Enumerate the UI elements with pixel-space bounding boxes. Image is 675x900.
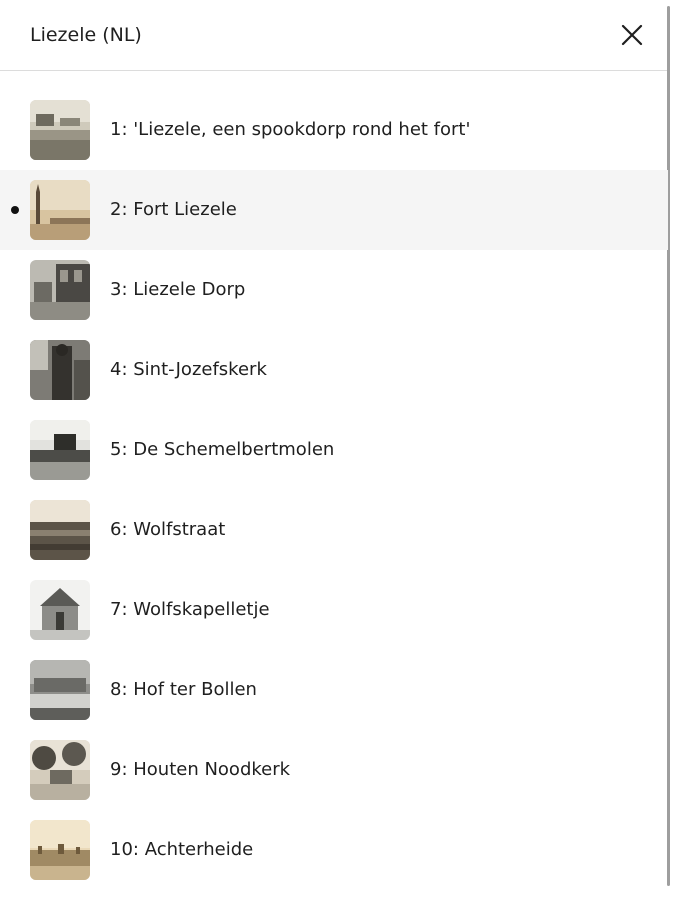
- list-item-active[interactable]: 2: Fort Liezele: [0, 170, 668, 250]
- list-item-label: 6: Wolfstraat: [110, 519, 226, 540]
- list-item-label: 4: Sint-Jozefskerk: [110, 359, 267, 380]
- list-item[interactable]: 6: Wolfstraat: [0, 490, 668, 570]
- list-item[interactable]: 9: Houten Noodkerk: [0, 730, 668, 810]
- panel-title: Liezele (NL): [30, 24, 142, 46]
- list-item-label: 7: Wolfskapelletje: [110, 599, 270, 620]
- list-item-label: 8: Hof ter Bollen: [110, 679, 257, 700]
- panel-header: Liezele (NL): [0, 0, 668, 71]
- list-item[interactable]: 3: Liezele Dorp: [0, 250, 668, 330]
- thumbnail-image: [30, 180, 90, 240]
- thumbnail-image: [30, 420, 90, 480]
- thumbnail-image: [30, 500, 90, 560]
- list-item[interactable]: 7: Wolfskapelletje: [0, 570, 668, 650]
- list-item[interactable]: 10: Achterheide: [0, 810, 668, 890]
- chapter-list: 1: 'Liezele, een spookdorp rond het fort…: [0, 90, 668, 890]
- close-icon: [621, 24, 643, 46]
- thumbnail-image: [30, 660, 90, 720]
- chapter-panel: Liezele (NL) 1: 'Liezele, een spookdorp …: [0, 0, 675, 900]
- list-item[interactable]: 1: 'Liezele, een spookdorp rond het fort…: [0, 90, 668, 170]
- close-button[interactable]: [614, 17, 650, 53]
- thumbnail-image: [30, 820, 90, 880]
- list-item-label: 10: Achterheide: [110, 839, 254, 860]
- thumbnail-image: [30, 580, 90, 640]
- list-item-label: 9: Houten Noodkerk: [110, 759, 291, 780]
- list-item-label: 2: Fort Liezele: [110, 199, 237, 220]
- list-item[interactable]: 4: Sint-Jozefskerk: [0, 330, 668, 410]
- list-item-label: 1: 'Liezele, een spookdorp rond het fort…: [110, 119, 471, 140]
- thumbnail-image: [30, 100, 90, 160]
- list-item-label: 5: De Schemelbertmolen: [110, 439, 335, 460]
- list-item[interactable]: 5: De Schemelbertmolen: [0, 410, 668, 490]
- list-item-label: 3: Liezele Dorp: [110, 279, 246, 300]
- list-item[interactable]: 8: Hof ter Bollen: [0, 650, 668, 730]
- thumbnail-image: [30, 740, 90, 800]
- thumbnail-image: [30, 260, 90, 320]
- thumbnail-image: [30, 340, 90, 400]
- current-indicator-dot: [11, 206, 19, 214]
